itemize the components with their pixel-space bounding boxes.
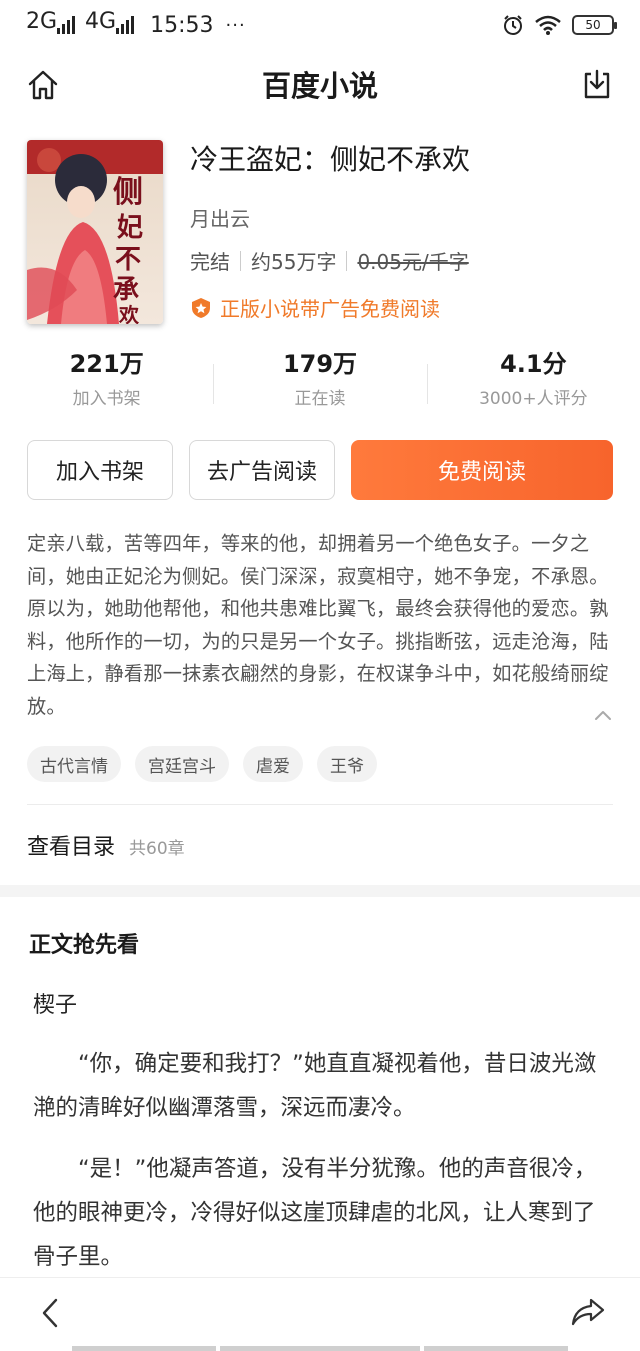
book-meta: 完结 约55万字 0.05元/千字: [190, 246, 469, 275]
promo-text: 正版小说带广告免费阅读: [220, 297, 440, 321]
stat-value: 179万: [282, 350, 358, 378]
free-read-button[interactable]: 免费阅读: [351, 440, 613, 500]
status-time: 15:53: [150, 12, 214, 38]
tag-list: 古代言情 宫廷宫斗 虐爱 王爷: [27, 746, 377, 782]
book-author[interactable]: 月出云: [190, 203, 250, 232]
promo-line: 正版小说带广告免费阅读: [190, 293, 440, 322]
chevron-up-icon[interactable]: [593, 708, 613, 722]
word-count: 约55万字: [251, 250, 337, 274]
tag[interactable]: 宫廷宫斗: [135, 746, 229, 782]
tag[interactable]: 王爷: [317, 746, 377, 782]
home-icon[interactable]: [26, 68, 60, 102]
svg-text:承: 承: [113, 275, 139, 305]
stat-rating[interactable]: 4.1分 3000+人评分: [426, 346, 640, 416]
gesture-bar: [72, 1346, 216, 1351]
stat-label: 3000+人评分: [479, 389, 588, 409]
catalog-link[interactable]: 查看目录 共60章: [27, 829, 185, 861]
chapter-title: 楔子: [33, 993, 78, 1018]
share-icon[interactable]: [570, 1296, 606, 1328]
stat-shelf: 221万 加入书架: [0, 346, 213, 416]
notification-dots: ···: [225, 14, 246, 36]
status-bar: 2G 4G 15:53 ··· 50: [0, 0, 640, 50]
svg-text:妃: 妃: [117, 212, 143, 243]
stat-reading: 179万 正在读: [213, 346, 426, 416]
book-cover[interactable]: 侧 妃 不 承 欢: [27, 140, 163, 324]
section-gap: [0, 885, 640, 897]
wifi-icon: [535, 15, 561, 35]
tag[interactable]: 古代言情: [27, 746, 121, 782]
book-status: 完结: [190, 250, 230, 274]
chapter-count: 共60章: [129, 839, 185, 859]
badge-icon: [192, 297, 210, 318]
alarm-icon: [504, 15, 522, 35]
battery-icon: 50: [572, 15, 617, 35]
preview-paragraph: “是！”他凝声答道，没有半分犹豫。他的声音很冷，他的眼神更冷，冷得好似这崖顶肆虐…: [33, 1156, 597, 1270]
back-icon[interactable]: [36, 1296, 64, 1330]
stat-label: 加入书架: [72, 389, 141, 409]
preview-paragraph: “你，确定要和我打？”她直直凝视着他，昔日波光潋滟的清眸好似幽潭落雪，深远而凄冷…: [33, 1051, 597, 1121]
svg-text:不: 不: [115, 245, 141, 275]
bottom-bar: [0, 1277, 640, 1351]
svg-text:欢: 欢: [118, 303, 140, 324]
preview-heading: 正文抢先看: [29, 933, 140, 958]
divider: [27, 804, 613, 805]
gesture-bar: [220, 1346, 420, 1351]
battery-level: 50: [585, 18, 601, 32]
signal-4g-icon: 4G: [85, 9, 136, 34]
book-synopsis[interactable]: 定亲八载，苦等四年，等来的他，却拥着另一个绝色女子。一夕之间，她由正妃沦为侧妃。…: [27, 528, 613, 724]
svg-text:侧: 侧: [113, 175, 143, 210]
download-icon[interactable]: [582, 68, 612, 100]
meta-divider: [240, 250, 241, 271]
catalog-label: 查看目录: [27, 835, 116, 860]
meta-divider: [346, 250, 348, 271]
app-header: 百度小说: [0, 56, 640, 112]
signal-2g-icon: 2G: [26, 9, 77, 34]
stat-value: 4.1分: [500, 350, 567, 378]
gesture-bar: [424, 1346, 568, 1351]
tag[interactable]: 虐爱: [243, 746, 303, 782]
add-to-shelf-button[interactable]: 加入书架: [27, 440, 173, 500]
page-title: 百度小说: [261, 69, 378, 103]
stat-label: 正在读: [294, 389, 346, 409]
stats-row: 221万 加入书架 179万 正在读 4.1分 3000+人评分: [0, 346, 640, 416]
price: 0.05元/千字: [357, 250, 469, 274]
stat-value: 221万: [69, 350, 144, 378]
book-title: 冷王盗妃：侧妃不承欢: [190, 143, 471, 176]
ad-free-read-button[interactable]: 去广告阅读: [189, 440, 335, 500]
